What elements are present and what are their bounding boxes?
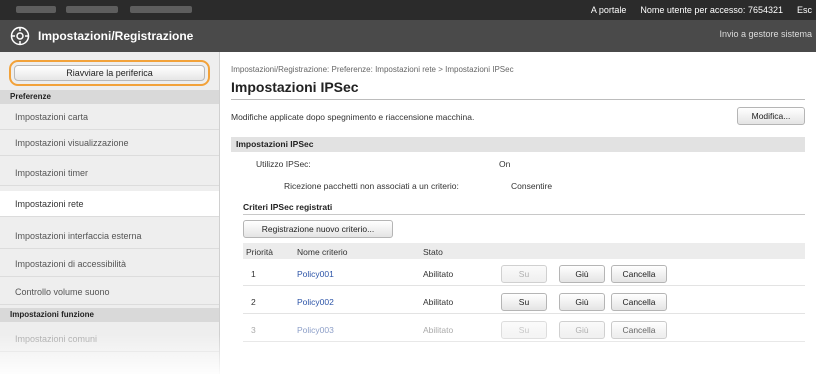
sidebar-section-functions: Impostazioni funzione	[0, 308, 219, 322]
col-status: Stato	[423, 247, 443, 257]
use-ipsec-label: Utilizzo IPSec:	[256, 159, 311, 169]
table-row: 1 Policy001 Abilitato Su Giù Cancella	[243, 262, 805, 286]
delete-button[interactable]: Cancella	[611, 265, 667, 283]
table-row: 2 Policy002 Abilitato Su Giù Cancella	[243, 290, 805, 314]
sidebar-item-timer-settings[interactable]: Impostazioni timer	[0, 160, 219, 186]
top-bar: A portale Nome utente per accesso: 76543…	[0, 0, 816, 20]
restart-highlight: Riavviare la periferica	[9, 60, 210, 86]
policies-divider	[243, 214, 805, 215]
receive-packets-value: Consentire	[511, 181, 553, 191]
title-divider	[231, 99, 805, 100]
registered-policies-heading: Criteri IPSec registrati	[243, 202, 333, 212]
logout-link[interactable]: Esc	[797, 5, 812, 15]
move-up-button[interactable]: Su	[501, 265, 547, 283]
restart-device-button[interactable]: Riavviare la periferica	[14, 65, 205, 81]
main-content: Impostazioni/Registrazione: Preferenze: …	[221, 52, 816, 374]
blurred-text	[66, 6, 118, 13]
blurred-text	[16, 6, 56, 13]
policy-name-link[interactable]: Policy002	[297, 297, 334, 307]
portal-link[interactable]: A portale	[591, 5, 627, 15]
page-title: Impostazioni IPSec	[231, 79, 359, 95]
send-to-admin-link[interactable]: Invio a gestore sistema	[719, 29, 812, 39]
policy-name-link[interactable]: Policy001	[297, 269, 334, 279]
col-policy-name: Nome criterio	[297, 247, 348, 257]
priority-cell: 1	[251, 269, 256, 279]
user-label: Nome utente per accesso: 7654321	[640, 5, 783, 15]
move-up-button[interactable]: Su	[501, 293, 547, 311]
move-up-button[interactable]: Su	[501, 321, 547, 339]
use-ipsec-value: On	[499, 159, 511, 169]
title-bar: Impostazioni/Registrazione Invio a gesto…	[0, 20, 816, 52]
status-cell: Abilitato	[423, 269, 454, 279]
table-row: 3 Policy003 Abilitato Su Giù Cancella	[243, 318, 805, 342]
app-title: Impostazioni/Registrazione	[38, 29, 194, 43]
breadcrumb: Impostazioni/Registrazione: Preferenze: …	[231, 65, 514, 74]
sidebar-item-external-interface[interactable]: Impostazioni interfaccia esterna	[0, 223, 219, 249]
move-down-button[interactable]: Giù	[559, 293, 605, 311]
table-header: Priorità Nome criterio Stato	[243, 243, 805, 259]
status-cell: Abilitato	[423, 297, 454, 307]
sidebar-item-volume-control[interactable]: Controllo volume suono	[0, 279, 219, 305]
move-down-button[interactable]: Giù	[559, 321, 605, 339]
priority-cell: 3	[251, 325, 256, 335]
user-label-text: Nome utente per accesso:	[640, 5, 746, 15]
sidebar-item-network-settings[interactable]: Impostazioni rete	[0, 191, 219, 217]
move-down-button[interactable]: Giù	[559, 265, 605, 283]
edit-button[interactable]: Modifica...	[737, 107, 805, 125]
priority-cell: 2	[251, 297, 256, 307]
delete-button[interactable]: Cancella	[611, 321, 667, 339]
user-id: 7654321	[747, 5, 783, 15]
status-cell: Abilitato	[423, 325, 454, 335]
settings-logo-icon	[10, 26, 30, 46]
restart-notice: Modifiche applicate dopo spegnimento e r…	[231, 112, 475, 122]
delete-button[interactable]: Cancella	[611, 293, 667, 311]
sidebar-item-accessibility[interactable]: Impostazioni di accessibilità	[0, 251, 219, 277]
sidebar-item-common-settings[interactable]: Impostazioni comuni	[0, 326, 219, 352]
sidebar-item-display-settings[interactable]: Impostazioni visualizzazione	[0, 130, 219, 156]
col-priority: Priorità	[246, 247, 273, 257]
register-new-policy-button[interactable]: Registrazione nuovo criterio...	[243, 220, 393, 238]
sidebar: Riavviare la periferica Preferenze Impos…	[0, 52, 220, 374]
receive-packets-label: Ricezione pacchetti non associati a un c…	[284, 181, 459, 191]
policy-name-link[interactable]: Policy003	[297, 325, 334, 335]
sidebar-section-preferences: Preferenze	[0, 90, 219, 104]
sidebar-item-paper-settings[interactable]: Impostazioni carta	[0, 104, 219, 130]
blurred-text	[130, 6, 192, 13]
ipsec-settings-header: Impostazioni IPSec	[231, 137, 805, 152]
